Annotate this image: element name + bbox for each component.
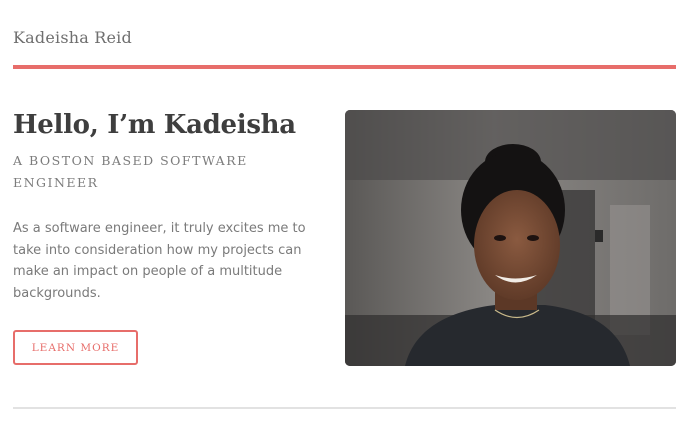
hero-photo	[345, 110, 676, 366]
hero-description: As a software engineer, it truly excites…	[13, 221, 306, 301]
learn-more-button[interactable]: Learn More	[13, 330, 138, 365]
site-title[interactable]: Kadeisha Reid	[13, 28, 132, 47]
hero-title: Hello, I’m Kadeisha	[13, 110, 296, 140]
header-accent-bar	[13, 65, 676, 69]
section-divider	[13, 407, 676, 409]
hero-subtitle: A Boston based software engineer	[13, 153, 248, 190]
